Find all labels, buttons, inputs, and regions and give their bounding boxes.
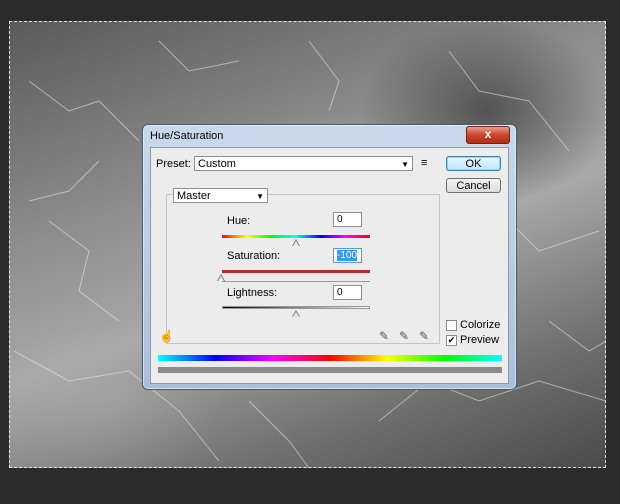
chevron-down-icon: ▼	[401, 160, 409, 169]
preview-label: Preview	[460, 334, 500, 346]
colorize-checkbox[interactable]	[446, 320, 457, 331]
lightness-label: Lightness:	[227, 287, 278, 299]
hand-adjust-icon[interactable]: ☝	[159, 329, 174, 343]
output-spectrum-bar	[158, 367, 502, 373]
saturation-label: Saturation:	[227, 250, 281, 262]
cancel-button[interactable]: Cancel	[446, 178, 501, 193]
lightness-slider-thumb[interactable]	[292, 310, 300, 317]
ok-button[interactable]: OK	[446, 156, 501, 171]
close-icon: x	[484, 127, 492, 141]
hue-saturation-dialog: Hue/Saturation x Preset: Custom ▼ ≡ OK C…	[142, 124, 517, 390]
hue-gradient-bar	[222, 235, 370, 238]
close-button[interactable]: x	[466, 126, 510, 144]
hue-value: 0	[337, 214, 343, 225]
colorize-label: Colorize	[460, 319, 501, 331]
saturation-value: -100	[337, 250, 358, 261]
eyedropper-minus-icon[interactable]: ✎	[419, 329, 429, 343]
lightness-input[interactable]: 0	[333, 285, 362, 300]
preview-checkbox[interactable]: ✔	[446, 335, 457, 346]
hue-input[interactable]: 0	[333, 212, 362, 227]
adjustment-group	[166, 194, 440, 344]
preset-label: Preset:	[156, 158, 191, 170]
preset-value: Custom	[198, 158, 236, 170]
saturation-gradient-bar	[222, 270, 370, 273]
hue-label: Hue:	[227, 215, 251, 227]
chevron-down-icon: ▼	[256, 192, 264, 201]
saturation-slider-thumb[interactable]	[217, 274, 225, 281]
eyedropper-icon[interactable]: ✎	[379, 329, 389, 343]
saturation-track	[222, 281, 370, 282]
channel-value: Master	[177, 190, 211, 202]
input-spectrum-bar	[158, 355, 502, 361]
eyedropper-plus-icon[interactable]: ✎	[399, 329, 409, 343]
channel-select[interactable]: Master ▼	[173, 188, 268, 203]
preset-select[interactable]: Custom ▼	[194, 156, 413, 171]
dialog-body: Preset: Custom ▼ ≡ OK Cancel Master ▼ Hu…	[150, 147, 509, 384]
dialog-title: Hue/Saturation	[150, 130, 224, 142]
hue-slider-thumb[interactable]	[292, 239, 300, 246]
preset-menu-icon[interactable]: ≡	[421, 157, 427, 169]
title-bar[interactable]: Hue/Saturation x	[143, 125, 516, 145]
lightness-value: 0	[337, 287, 343, 298]
saturation-input[interactable]: -100	[333, 248, 362, 263]
lightness-gradient-bar	[222, 306, 370, 309]
